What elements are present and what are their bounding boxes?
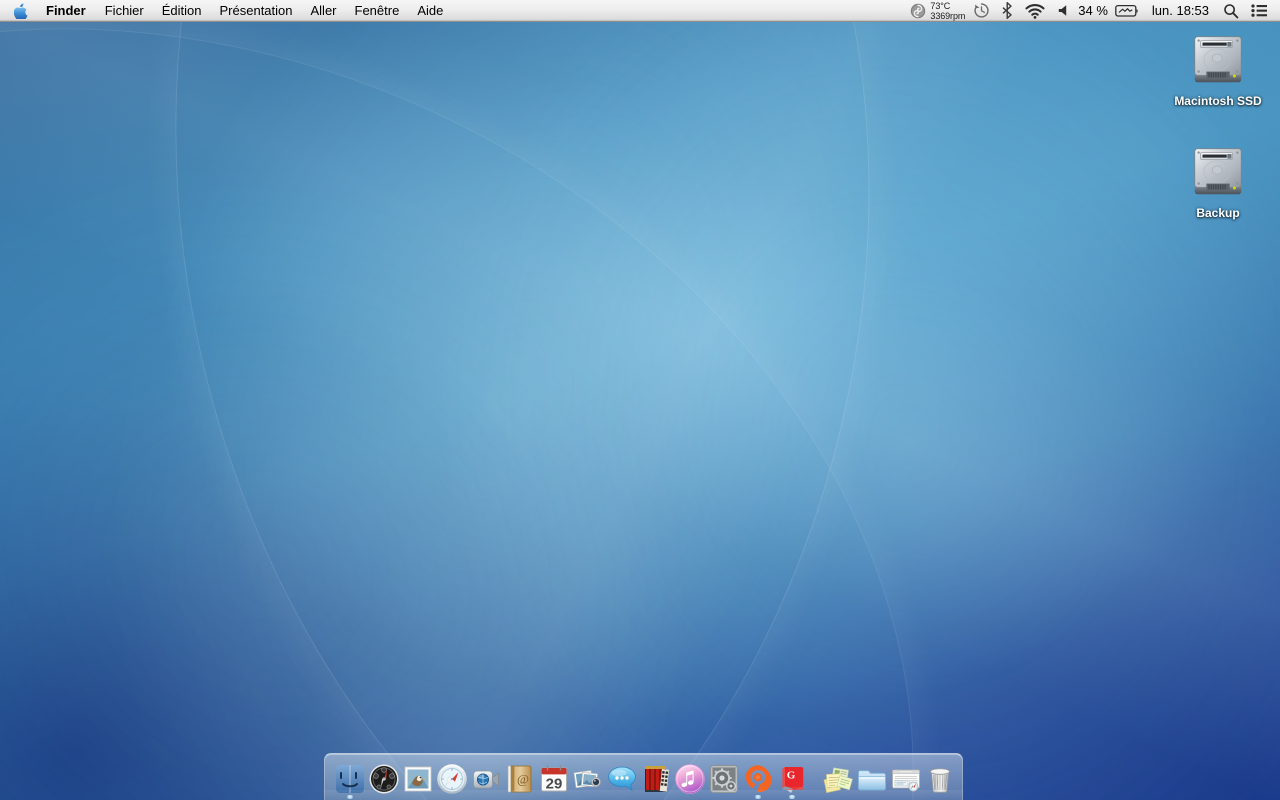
status-sensor-readout[interactable]: 73°C 3369rpm xyxy=(930,1,967,21)
desktop-drive-backup[interactable]: Backup xyxy=(1165,140,1271,220)
dock-right-section xyxy=(821,753,957,800)
dock-item-imovie[interactable] xyxy=(639,753,673,800)
bluetooth-icon xyxy=(1002,2,1012,19)
menu-bar: Finder Fichier Édition Présentation Alle… xyxy=(0,0,1280,22)
status-item-spotlight[interactable] xyxy=(1217,0,1245,22)
desktop-drive-macintosh-ssd[interactable]: Macintosh SSD xyxy=(1165,28,1271,108)
status-item-sensor-monitor[interactable] xyxy=(906,0,930,22)
dock-item-system-preferences[interactable] xyxy=(707,753,741,800)
dock-item-mail[interactable] xyxy=(401,753,435,800)
menu-item-fichier[interactable]: Fichier xyxy=(96,0,153,22)
apple-logo-icon xyxy=(14,2,28,19)
dock-left-section: @ 29 G xyxy=(333,753,809,800)
dock-item-origin[interactable] xyxy=(741,753,775,800)
dashboard-compass-icon xyxy=(369,764,399,794)
finder-icon xyxy=(336,765,364,793)
hard-drive-icon xyxy=(1194,148,1242,195)
dock-item-itunes[interactable] xyxy=(673,753,707,800)
dock-item-messages[interactable] xyxy=(605,753,639,800)
dock-item-iphoto[interactable] xyxy=(571,753,605,800)
battery-charging-icon xyxy=(1115,4,1138,17)
documents-stack-icon xyxy=(823,767,853,793)
drive-label: Backup xyxy=(1196,206,1240,220)
menu-item-presentation[interactable]: Présentation xyxy=(211,0,302,22)
imovie-curtain-icon xyxy=(645,766,669,792)
dock-running-indicator xyxy=(347,795,353,799)
dock-item-facetime[interactable] xyxy=(469,753,503,800)
menu-bar-status-area: 73°C 3369rpm 34 % lun. 18:53 xyxy=(906,0,1280,22)
folder-icon xyxy=(858,770,886,791)
desktop-wallpaper[interactable] xyxy=(0,0,1280,800)
red-book-reader-icon: G xyxy=(782,767,804,793)
status-item-battery[interactable] xyxy=(1111,0,1144,22)
facetime-camera-icon xyxy=(473,770,499,789)
status-item-bluetooth[interactable] xyxy=(996,0,1019,22)
status-item-notification-center[interactable] xyxy=(1245,0,1274,22)
dock-item-safari[interactable] xyxy=(435,753,469,800)
status-battery-percent[interactable]: 34 % xyxy=(1078,3,1111,18)
dock-item-contacts[interactable]: @ xyxy=(503,753,537,800)
dock-running-indicator xyxy=(789,795,795,799)
dock-item-finder[interactable] xyxy=(333,753,367,800)
svg-text:G: G xyxy=(787,770,796,782)
search-icon xyxy=(1224,3,1239,18)
drive-label: Macintosh SSD xyxy=(1174,94,1262,108)
time-machine-icon xyxy=(974,3,989,18)
calendar-day-number: 29 xyxy=(546,775,563,792)
dock-item-trash[interactable] xyxy=(923,753,957,800)
system-preferences-icon xyxy=(710,765,738,793)
menu-item-finder[interactable]: Finder xyxy=(38,0,96,22)
calendar-icon: 29 xyxy=(541,765,567,792)
svg-text:@: @ xyxy=(517,772,529,787)
wallpaper-sheen xyxy=(0,0,1280,800)
sensor-temperature: 73°C xyxy=(930,0,951,11)
sensor-fan-speed: 3369rpm xyxy=(930,10,966,21)
menu-item-aller[interactable]: Aller xyxy=(302,0,346,22)
dock-item-documents-stack[interactable] xyxy=(821,753,855,800)
wallpaper-arc-3 xyxy=(0,0,1128,800)
status-item-time-machine[interactable] xyxy=(967,0,996,22)
trash-icon xyxy=(929,768,951,793)
status-clock[interactable]: lun. 18:53 xyxy=(1144,3,1217,18)
dock-item-documents-folder[interactable] xyxy=(855,753,889,800)
dock-item-dashboard[interactable] xyxy=(367,753,401,800)
wallpaper-arc-2 xyxy=(38,0,1280,800)
origin-icon xyxy=(745,765,772,792)
menu-item-fenetre[interactable]: Fenêtre xyxy=(346,0,409,22)
wifi-icon xyxy=(1025,3,1045,19)
downloads-stack-icon xyxy=(892,769,920,792)
safari-compass-icon xyxy=(437,764,467,794)
volume-icon xyxy=(1059,5,1067,16)
menu-item-edition[interactable]: Édition xyxy=(153,0,211,22)
wallpaper-light-sweep-3 xyxy=(0,0,928,800)
dock: @ 29 G xyxy=(324,753,963,800)
iphoto-icon xyxy=(573,770,601,789)
notification-center-icon xyxy=(1251,4,1267,17)
contacts-book-icon: @ xyxy=(507,765,532,793)
itunes-note-icon xyxy=(675,764,705,794)
dock-item-calendar[interactable]: 29 xyxy=(537,753,571,800)
dock-item-reader[interactable]: G xyxy=(775,753,809,800)
hard-drive-icon xyxy=(1194,36,1242,83)
dock-item-downloads-stack[interactable] xyxy=(889,753,923,800)
menu-item-aide[interactable]: Aide xyxy=(408,0,452,22)
status-item-volume[interactable] xyxy=(1051,0,1078,22)
mail-stamp-icon xyxy=(404,766,432,792)
apple-menu-button[interactable] xyxy=(0,0,38,22)
messages-bubble-icon xyxy=(608,766,636,792)
fan-monitor-icon xyxy=(911,3,926,18)
wallpaper-light-sweep-2 xyxy=(245,0,1280,800)
dock-running-indicator xyxy=(755,795,761,799)
status-item-wifi[interactable] xyxy=(1019,0,1051,22)
wallpaper-arc-1 xyxy=(0,0,1010,800)
menu-bar-left: Finder Fichier Édition Présentation Alle… xyxy=(0,0,452,22)
wallpaper-light-sweep-1 xyxy=(0,0,1062,800)
